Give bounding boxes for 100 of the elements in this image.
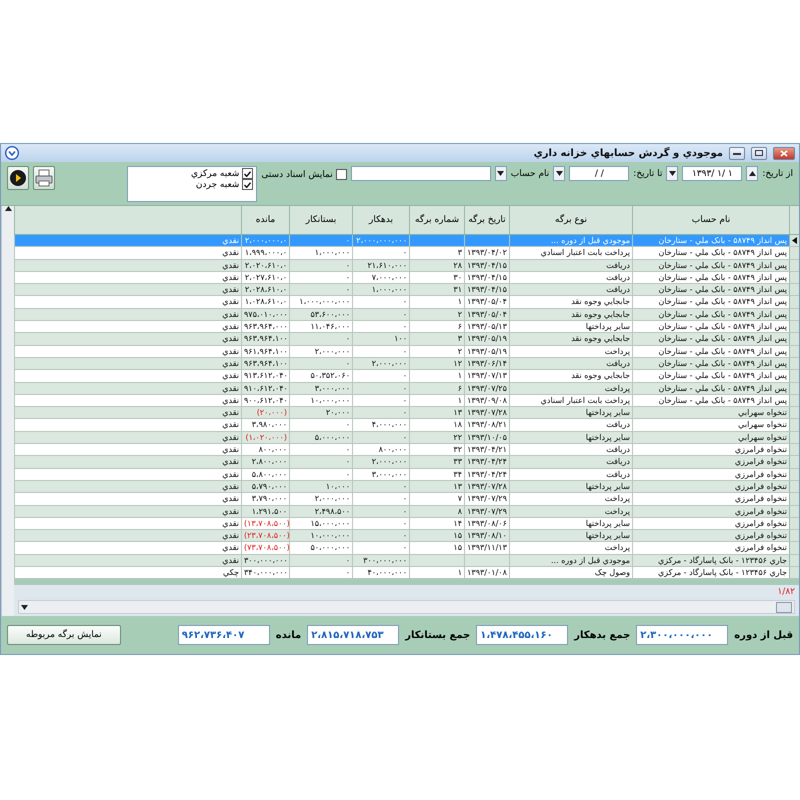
total-label: جمع بستانکار [405,630,470,640]
table-row[interactable]: تنخواه فرامرزي ساير پرداختها ۱۳۹۳/۰۸/۰۶ ۱۴ ۰ ۱۵،۰۰۰،۰۰۰ (۱۳،۷۰۸،۵۰۰) نقدي [14,518,799,530]
table-row[interactable]: پس انداز ۵۸۷۴۹ - بانک ملي - ستارخان پرداخت بابت اعتبار اسنادي ۱۳۹۳/۰۴/۰۲ ۳ ۰ ۱،۰۰۰،۰۰۰ ۱،۹۹۹،۰۰۰،۰ نقدي [14,247,799,260]
column-header[interactable]: نوع برگه [509,206,632,234]
checkbox[interactable] [242,168,254,179]
table-row[interactable]: پس انداز ۵۸۷۴۹ - بانک ملي - ستارخان جابجايي وجوه نقد ۱۳۹۳/۰۵/۱۹ ۳ ۱۰۰ ۰ ۹۶۳،۹۶۴،۱۰۰ نقدي [14,333,799,346]
table-cell: ۱۳۹۳/۰۷/۲۵ [464,382,509,394]
table-cell: پس انداز ۵۸۷۴۹ - بانک ملي - ستارخان [632,272,789,284]
table-row[interactable]: تنخواه فرامرزي پرداخت ۱۳۹۳/۰۷/۲۹ ۷ ۰ ۲،۰۰۰،۰۰۰ ۳،۷۹۰،۰۰۰ نقدي [14,493,799,506]
table-cell: ۱۳ [409,480,464,492]
column-header[interactable]: تاریخ برگه [464,206,509,234]
table-row[interactable]: پس انداز ۵۸۷۴۹ - بانک ملي - ستارخان دريافت ۱۳۹۳/۰۴/۱۵ ۲۸ ۲۱،۶۱۰،۰۰۰ ۰ ۲،۰۲۰،۶۱۰،۰ نقدي [14,260,799,272]
vertical-scrollbar[interactable] [1,206,14,616]
horizontal-scrollbar[interactable] [18,600,795,614]
table-row[interactable]: تنخواه سهرابي ساير پرداختها ۱۳۹۳/۰۷/۲۸ ۱۳ ۰ ۲۰،۰۰۰ (۲۰،۰۰۰) نقدي [14,407,799,420]
table-row[interactable]: پس انداز ۵۸۷۴۹ - بانک ملي - ستارخان پرداخت بابت اعتبار اسنادي ۱۳۹۳/۰۹/۰۸ ۱ ۰ ۱۰،۰۰۰،۰۰۰ ۹۰۰،۶۱۲،۰۴۰ نقدي [14,394,799,408]
caret-icon [21,604,28,610]
table-cell: ۹۰۰،۶۱۲،۰۴۰ [241,394,289,406]
table-cell: ۹۶۱،۹۶۴،۱۰۰ [241,346,289,357]
total-label: جمع بدهکار [574,630,630,640]
app-icon[interactable] [5,146,19,160]
table-cell: تنخواه فرامرزي [632,493,789,505]
dropdown-button[interactable] [494,166,507,181]
table-cell: ۰ [289,235,352,246]
table-cell: ۰ [352,370,409,382]
table-row[interactable]: پس انداز ۵۸۷۴۹ - بانک ملي - ستارخان پرداخت ۱۳۹۳/۰۵/۱۹ ۲ ۰ ۲،۰۰۰،۰۰۰ ۹۶۱،۹۶۴،۱۰۰ نقدي [14,346,799,358]
table-cell: ۱،۲۹۱،۵۰۰ [241,506,289,517]
table-row[interactable]: پس انداز ۵۸۷۴۹ - بانک ملي - ستارخان پرداخت ۱۳۹۳/۰۷/۲۵ ۶ ۰ ۳،۰۰۰،۰۰۰ ۹۱۰،۶۱۲،۰۴۰ نقدي [14,382,799,395]
table-row[interactable]: پس انداز ۵۸۷۴۹ - بانک ملي - ستارخان جابجايي وجوه نقد ۱۳۹۳/۰۵/۰۴ ۲ ۰ ۵۳،۶۰۰،۰۰۰ ۹۷۵،۰۱۰،۰۰۰ نقدي [14,308,799,322]
table-row[interactable]: پس انداز ۵۸۷۴۹ - بانک ملي - ستارخان دريافت ۱۳۹۳/۰۴/۱۵ ۳۱ ۱،۰۰۰،۰۰۰ ۰ ۲،۰۲۸،۶۱۰،۰ نقدي [14,284,799,296]
table-row[interactable]: تنخواه فرامرزي دريافت ۱۳۹۳/۰۴/۲۴ ۳۴ ۳،۰۰۰،۰۰۰ ۰ ۵،۸۰۰،۰۰۰ نقدي [14,468,799,481]
table-cell: ۱۳۹۳/۰۴/۲۴ [464,468,509,480]
spin-button[interactable] [746,166,758,181]
table-row[interactable]: تنخواه فرامرزي پرداخت ۱۳۹۳/۰۷/۲۹ ۸ ۰ ۲،۴۹۸،۵۰۰ ۱،۲۹۱،۵۰۰ نقدي [14,506,799,518]
column-header[interactable]: بستانکار [289,206,352,234]
column-header[interactable]: نام حساب [632,206,789,234]
column-header[interactable]: مانده [241,206,289,234]
table-cell: ۶ [409,382,464,394]
table-cell: ۱۳۹۳/۰۴/۰۲ [464,247,509,259]
run-button[interactable] [7,166,29,190]
table-cell: تنخواه فرامرزي [632,506,789,517]
table-row[interactable]: پس انداز ۵۸۷۴۹ - بانک ملي - ستارخان دريافت ۱۳۹۳/۰۶/۱۴ ۱۲ ۲،۰۰۰،۰۰۰ ۰ ۹۶۳،۹۶۴،۱۰۰ نقدي [14,358,799,370]
minimize-button[interactable] [729,146,745,160]
maximize-button[interactable] [751,146,767,160]
close-icon [780,150,788,156]
dropdown-button[interactable] [666,166,678,181]
table-cell: ۰ [289,358,352,370]
table-cell: تنخواه فرامرزي [632,518,789,530]
table-row[interactable]: پس انداز ۵۸۷۴۹ - بانک ملي - ستارخان دريافت ۱۳۹۳/۰۴/۱۵ ۳۰ ۷،۰۰۰،۰۰۰ ۰ ۲،۰۲۷،۶۱۰،۰ نقدي [14,272,799,284]
table-row[interactable]: پس انداز ۵۸۷۴۹ - بانک ملي - ستارخان ساير پرداختها ۱۳۹۳/۰۵/۱۳ ۶ ۰ ۱۱،۰۴۶،۰۰۰ ۹۶۳،۹۶۴،۰۰۰ نقدي [14,321,799,334]
table-cell: ۲ [409,346,464,357]
table-row[interactable]: تنخواه سهرابي ساير پرداختها ۱۳۹۳/۱۰/۰۵ ۲۲ ۰ ۵،۰۰۰،۰۰۰ (۱،۰۲۰،۰۰۰) نقدي [14,432,799,444]
column-header[interactable]: شماره برگه [409,206,464,234]
checkbox[interactable] [242,179,254,190]
table-row[interactable]: تنخواه فرامرزي پرداخت ۱۳۹۳/۱۱/۱۳ ۱۵ ۰ ۵۰،۰۰۰،۰۰۰ (۷۳،۷۰۸،۵۰۰) نقدي [14,542,799,555]
table-cell: ۱۳۹۳/۰۵/۱۹ [464,333,509,345]
table-row[interactable]: تنخواه سهرابي دريافت ۱۳۹۳/۰۸/۲۱ ۱۸ ۴،۰۰۰،۰۰۰ ۰ ۳،۹۸۰،۰۰۰ نقدي [14,419,799,432]
from-date-field[interactable]: ۱۳۹۳/ ۱/ ۱ [682,166,742,181]
table-row[interactable]: پس انداز ۵۸۷۴۹ - بانک ملي - ستارخان جابجايي وجوه نقد ۱۳۹۳/۰۷/۱۳ ۱ ۰ ۵۰،۳۵۲،۰۶۰ ۹۱۳،۶۱۲،۰۴۰ نقدي [14,370,799,383]
dropdown-button[interactable] [553,166,566,181]
table-row[interactable]: جاري ۱۲۳۴۵۶ - بانک پاسارگاد - مرکزي وصول چک ۱۳۹۳/۰۱/۰۸ ۱ ۴۰،۰۰۰،۰۰۰ ۰ ۳۴۰،۰۰۰،۰۰۰ چکي [14,567,799,580]
show-document-button[interactable]: نمایش برگه مربوطه [7,625,121,645]
table-cell: ۹۱۳،۶۱۲،۰۴۰ [241,370,289,382]
table-row[interactable]: تنخواه فرامرزي دريافت ۱۳۹۳/۰۴/۲۴ ۳۳ ۲،۰۰۰،۰۰۰ ۰ ۲،۸۰۰،۰۰۰ نقدي [14,456,799,469]
close-button[interactable] [773,146,795,160]
table-row[interactable]: تنخواه فرامرزي ساير پرداختها ۱۳۹۳/۰۸/۱۰ ۱۵ ۰ ۱۰،۰۰۰،۰۰۰ (۲۳،۷۰۸،۵۰۰) نقدي [14,530,799,542]
caret-icon [748,171,756,176]
caret-icon [4,206,12,211]
table-cell: ۳،۹۸۰،۰۰۰ [241,419,289,431]
table-cell: ۰ [352,518,409,530]
table-cell: ۰ [352,493,409,505]
row-selector[interactable] [789,235,799,246]
checkbox[interactable] [336,169,347,180]
table-cell: ۱،۰۲۸،۶۱۰،۰ [241,296,289,308]
table-row[interactable]: تنخواه فرامرزي دريافت ۱۳۹۳/۰۴/۲۱ ۳۲ ۸۰۰،۰۰۰ ۰ ۸۰۰،۰۰۰ نقدي [14,444,799,456]
table-cell: ۲،۰۲۰،۶۱۰،۰ [241,260,289,271]
table-cell: ۲۰،۰۰۰ [289,407,352,418]
caret-icon [668,171,676,176]
table-cell: ۰ [289,468,352,480]
table-row[interactable]: جاري ۱۲۳۴۵۶ - بانک پاسارگاد - مرکزي موجودي قبل از دوره ... ۳۰۰،۰۰۰،۰۰۰ ۰ ۳۰۰،۰۰۰،۰۰۰ نقدي [14,554,799,568]
print-button[interactable] [33,166,55,190]
to-date-field[interactable]: / / [569,166,630,181]
table-cell: ۲،۰۰۰،۰۰۰ [352,456,409,468]
table-cell: ۲،۰۰۰،۰۰۰ [289,493,352,505]
from-date-label: از تاریخ: [762,169,793,179]
table-row[interactable]: تنخواه فرامرزي ساير پرداختها ۱۳۹۳/۰۷/۲۸ ۱۳ ۰ ۱۰،۰۰۰ ۵،۷۹۰،۰۰۰ نقدي [14,480,799,494]
table-cell: ۰ [352,346,409,357]
table-cell: ۹۷۵،۰۱۰،۰۰۰ [241,308,289,320]
table-cell: ۱۰۰ [352,333,409,345]
table-cell: تنخواه فرامرزي [632,542,789,554]
table-cell: پس انداز ۵۸۷۴۹ - بانک ملي - ستارخان [632,321,789,332]
table-cell: ۲۲ [409,432,464,444]
account-field[interactable] [350,166,491,181]
table-cell: ۱ [409,370,464,382]
scroll-thumb[interactable] [776,602,792,612]
table-cell: ۱۳۹۳/۰۸/۲۱ [464,419,509,431]
column-header[interactable]: بدهکار [352,206,409,234]
table-cell: ۷،۰۰۰،۰۰۰ [352,272,409,284]
table-row[interactable]: پس انداز ۵۸۷۴۹ - بانک ملي - ستارخان جابجايي وجوه نقد ۱۳۹۳/۰۵/۰۴ ۱ ۰ ۱،۰۰۰،۰۰۰،۰۰۰ ۱،۰۲۸،۶۱۰،۰ نقدي [14,296,799,309]
table-cell: پس انداز ۵۸۷۴۹ - بانک ملي - ستارخان [632,296,789,308]
